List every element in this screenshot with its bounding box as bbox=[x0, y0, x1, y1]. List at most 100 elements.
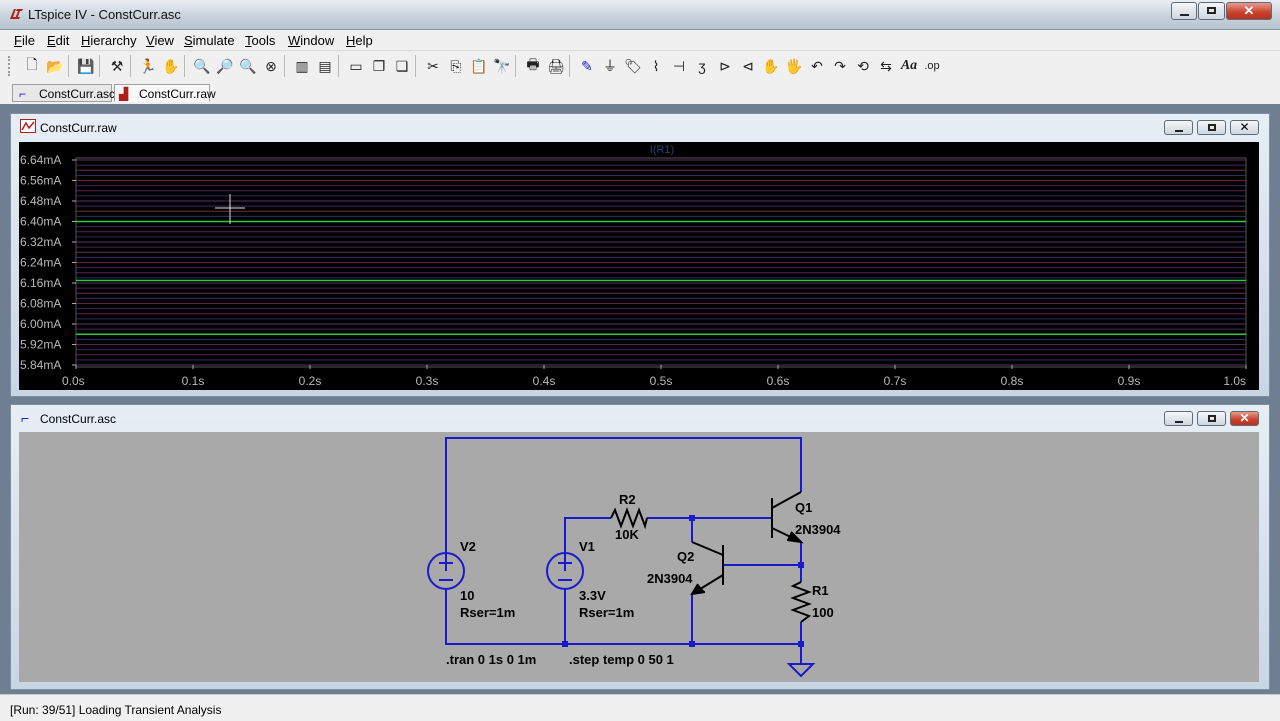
halt-icon[interactable]: ✋ bbox=[161, 56, 181, 76]
print-icon[interactable]: 🖨 bbox=[546, 56, 566, 76]
schematic-restore-button[interactable] bbox=[1197, 411, 1226, 426]
waveform-icon: ▟ bbox=[119, 87, 129, 101]
q1-name[interactable]: Q1 bbox=[795, 500, 812, 515]
schematic-icon: ⌐ bbox=[19, 87, 27, 101]
zoom-out-icon[interactable]: 🔍 bbox=[238, 56, 258, 76]
menu-view[interactable]: View bbox=[146, 33, 174, 48]
drag-icon[interactable]: 🖐 bbox=[784, 56, 804, 76]
x-tick-label: 0.9s bbox=[1118, 374, 1141, 388]
close-button[interactable]: ✕ bbox=[1226, 2, 1272, 20]
trace-label[interactable]: I(R1) bbox=[650, 144, 674, 156]
menu-file[interactable]: File bbox=[14, 33, 35, 48]
zoom-in-icon[interactable]: 🔍 bbox=[192, 56, 212, 76]
toolbar-separator bbox=[130, 55, 131, 77]
schematic-canvas[interactable]: V2 10 Rser=1m V1 3.3V Rser=1m R2 10K Q1 … bbox=[19, 432, 1259, 682]
waveform-close-button[interactable]: ✕ bbox=[1230, 120, 1259, 135]
q2-model[interactable]: 2N3904 bbox=[647, 571, 693, 586]
open-folder-icon[interactable]: 📂 bbox=[45, 56, 65, 76]
r1-name[interactable]: R1 bbox=[812, 583, 829, 598]
cascade-icon[interactable]: ❐ bbox=[369, 56, 389, 76]
minimize-icon bbox=[1175, 421, 1183, 423]
pan-icon[interactable]: 🔎 bbox=[215, 56, 235, 76]
r2-value[interactable]: 10K bbox=[615, 527, 639, 542]
v1-name[interactable]: V1 bbox=[579, 539, 595, 554]
q1-model[interactable]: 2N3904 bbox=[795, 522, 841, 537]
cut-icon[interactable]: ✂ bbox=[423, 56, 443, 76]
find-icon[interactable]: 🔭 bbox=[492, 56, 512, 76]
menu-edit[interactable]: Edit bbox=[47, 33, 69, 48]
save-icon[interactable]: 💾 bbox=[76, 56, 96, 76]
plot-settings-icon[interactable]: ▤ bbox=[315, 56, 335, 76]
diode-icon[interactable]: ⊳ bbox=[715, 56, 735, 76]
x-tick-label: 0.8s bbox=[1001, 374, 1024, 388]
r1-resistor[interactable] bbox=[790, 581, 812, 623]
label-net-icon[interactable]: 🏷 bbox=[623, 56, 643, 76]
v1-value[interactable]: 3.3V bbox=[579, 588, 606, 603]
tab-label: ConstCurr.raw bbox=[139, 87, 216, 101]
v2-name[interactable]: V2 bbox=[460, 539, 476, 554]
tile-vertical-icon[interactable]: ❏ bbox=[392, 56, 412, 76]
spice-directive-icon[interactable]: .op bbox=[922, 56, 942, 76]
schematic-minimize-button[interactable] bbox=[1164, 411, 1193, 426]
ground-symbol[interactable] bbox=[786, 663, 816, 678]
waveform-minimize-button[interactable] bbox=[1164, 120, 1193, 135]
toolbar-grip[interactable] bbox=[8, 56, 14, 76]
resistor-icon[interactable]: ⌇ bbox=[646, 56, 666, 76]
paste-icon[interactable]: 📋 bbox=[469, 56, 489, 76]
close-icon: ✕ bbox=[1239, 120, 1250, 134]
minimize-button[interactable] bbox=[1171, 2, 1197, 20]
r2-resistor[interactable] bbox=[610, 507, 648, 530]
toolbar-separator bbox=[415, 55, 416, 77]
maximize-button[interactable] bbox=[1198, 2, 1225, 20]
print-preview-icon[interactable]: 🖶 bbox=[523, 56, 543, 76]
r1-value[interactable]: 100 bbox=[812, 605, 834, 620]
run-icon[interactable]: 🏃 bbox=[138, 56, 158, 76]
crosshair-cursor bbox=[215, 194, 245, 224]
tran-directive[interactable]: .tran 0 1s 0 1m bbox=[446, 652, 536, 667]
q2-name[interactable]: Q2 bbox=[677, 549, 694, 564]
tab-constcurr-raw[interactable]: ▟ ConstCurr.raw bbox=[114, 84, 216, 102]
menu-hierarchy[interactable]: Hierarchy bbox=[81, 33, 137, 48]
autorange-icon[interactable]: ▥ bbox=[292, 56, 312, 76]
inductor-icon[interactable]: ʒ bbox=[692, 56, 712, 76]
v1-rser[interactable]: Rser=1m bbox=[579, 605, 634, 620]
menu-simulate[interactable]: Simulate bbox=[184, 33, 235, 48]
v2-value[interactable]: 10 bbox=[460, 588, 474, 603]
tile-horizontal-icon[interactable]: ▭ bbox=[346, 56, 366, 76]
menu-help[interactable]: Help bbox=[346, 33, 373, 48]
y-tick-label: 6.16mA bbox=[20, 276, 61, 290]
step-directive[interactable]: .step temp 0 50 1 bbox=[569, 652, 674, 667]
text-icon[interactable]: Aa bbox=[899, 56, 919, 76]
ground-icon[interactable]: ⏚ bbox=[600, 56, 620, 76]
copy-icon[interactable]: ⎘ bbox=[446, 56, 466, 76]
menu-tools[interactable]: Tools bbox=[245, 33, 275, 48]
undo-icon[interactable]: ↶ bbox=[807, 56, 827, 76]
q2-transistor[interactable] bbox=[690, 541, 724, 596]
component-icon[interactable]: ⊲ bbox=[738, 56, 758, 76]
toolbar-separator bbox=[99, 55, 100, 77]
capacitor-icon[interactable]: ⊣ bbox=[669, 56, 689, 76]
x-tick-label: 0.3s bbox=[416, 374, 439, 388]
x-tick-label: 0.0s bbox=[62, 374, 85, 388]
plot-traces bbox=[76, 159, 1246, 366]
rotate-icon[interactable]: ⟲ bbox=[853, 56, 873, 76]
tab-constcurr-asc[interactable]: ⌐ ConstCurr.asc bbox=[12, 84, 115, 102]
r2-name[interactable]: R2 bbox=[619, 492, 636, 507]
y-tick-label: 6.64mA bbox=[20, 153, 61, 167]
draw-wire-icon[interactable]: ✎ bbox=[577, 56, 597, 76]
waveform-restore-button[interactable] bbox=[1197, 120, 1226, 135]
title-bar[interactable] bbox=[0, 0, 1280, 30]
v2-rser[interactable]: Rser=1m bbox=[460, 605, 515, 620]
plot-axes: 6.64mA 6.56mA 6.48mA 6.40mA 6.32mA 6.24mA 6.16… bbox=[20, 153, 1247, 388]
waveform-plot[interactable]: 6.64mA 6.56mA 6.48mA 6.40mA 6.32mA 6.24mA 6.16… bbox=[19, 142, 1259, 390]
redo-icon[interactable]: ↷ bbox=[830, 56, 850, 76]
move-icon[interactable]: ✋ bbox=[761, 56, 781, 76]
mirror-icon[interactable]: ⇆ bbox=[876, 56, 896, 76]
toolbar-separator bbox=[184, 55, 185, 77]
x-tick-label: 0.4s bbox=[533, 374, 556, 388]
zoom-cancel-icon[interactable]: ⊗ bbox=[261, 56, 281, 76]
control-panel-icon[interactable]: ⚒ bbox=[107, 56, 127, 76]
new-schematic-icon[interactable]: 🗋 bbox=[22, 56, 42, 76]
schematic-close-button[interactable]: ✕ bbox=[1230, 411, 1259, 426]
menu-window[interactable]: Window bbox=[288, 33, 334, 48]
